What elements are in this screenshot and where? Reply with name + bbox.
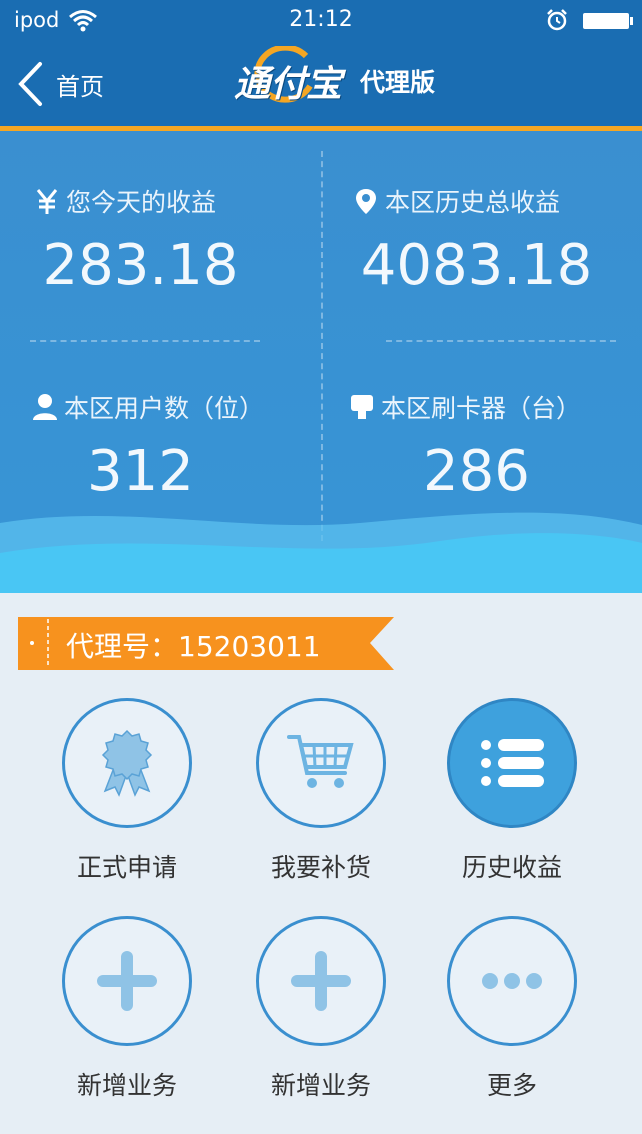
stat-value: 4083.18 xyxy=(360,233,593,298)
nav-header: ipod 21:12 首页 通付宝 代理版 xyxy=(0,0,642,126)
stat-district-users: 本区用户数（位） 312 xyxy=(0,389,321,504)
action-restock[interactable]: 我要补货 xyxy=(231,698,411,884)
action-formal-apply[interactable]: 正式申请 xyxy=(37,698,217,884)
agent-id-tag: 代理号：15203011 xyxy=(18,617,394,670)
stat-value: 283.18 xyxy=(42,233,239,298)
action-label: 新增业务 xyxy=(270,1071,371,1100)
brand: 通付宝 代理版 xyxy=(230,46,436,112)
wave-decoration xyxy=(0,512,642,593)
status-bar: ipod 21:12 xyxy=(0,0,642,42)
stat-value: 286 xyxy=(423,439,530,504)
stat-district-total-income: 本区历史总收益 4083.18 xyxy=(321,183,642,298)
card-reader-icon xyxy=(351,395,373,419)
shopping-cart-icon xyxy=(287,735,354,788)
action-history-income[interactable]: 历史收益 xyxy=(422,698,602,884)
brand-edition: 代理版 xyxy=(360,68,436,97)
action-label: 正式申请 xyxy=(76,853,177,882)
alarm-icon xyxy=(547,9,567,31)
stat-today-income: 您今天的收益 283.18 xyxy=(0,183,321,298)
stat-value: 312 xyxy=(87,439,194,504)
battery-icon xyxy=(583,13,633,29)
action-label: 历史收益 xyxy=(461,853,562,882)
stat-district-card-readers: 本区刷卡器（台） 286 xyxy=(321,389,642,504)
back-label: 首页 xyxy=(56,72,104,101)
horizontal-divider-right xyxy=(386,340,616,342)
badge-ribbon-icon xyxy=(101,729,153,797)
stats-panel: 您今天的收益 283.18 本区历史总收益 4083.18 本区用户数（位） 3… xyxy=(0,131,642,593)
plus-icon xyxy=(97,951,157,1011)
plus-icon xyxy=(291,951,351,1011)
stat-label: 本区历史总收益 xyxy=(385,188,561,217)
action-label: 我要补货 xyxy=(270,853,371,882)
action-add-business-2[interactable]: 新增业务 xyxy=(231,916,411,1102)
agent-id-label: 代理号：15203011 xyxy=(66,630,321,663)
back-button[interactable]: 首页 xyxy=(16,60,112,108)
brand-logo: 通付宝 xyxy=(234,63,343,105)
stat-label: 本区刷卡器（台） xyxy=(381,394,582,423)
action-add-business-1[interactable]: 新增业务 xyxy=(37,916,217,1102)
stat-label: 您今天的收益 xyxy=(66,188,217,217)
action-label: 新增业务 xyxy=(76,1071,177,1100)
user-icon xyxy=(33,394,57,420)
more-dots-icon xyxy=(482,973,542,989)
yen-icon xyxy=(36,189,58,214)
action-more[interactable]: 更多 xyxy=(422,916,602,1102)
action-label: 更多 xyxy=(486,1071,537,1100)
horizontal-divider-left xyxy=(30,340,260,342)
list-icon xyxy=(481,739,544,787)
chevron-left-icon xyxy=(18,62,42,106)
location-pin-icon xyxy=(356,189,376,214)
stat-label: 本区用户数（位） xyxy=(64,394,265,423)
